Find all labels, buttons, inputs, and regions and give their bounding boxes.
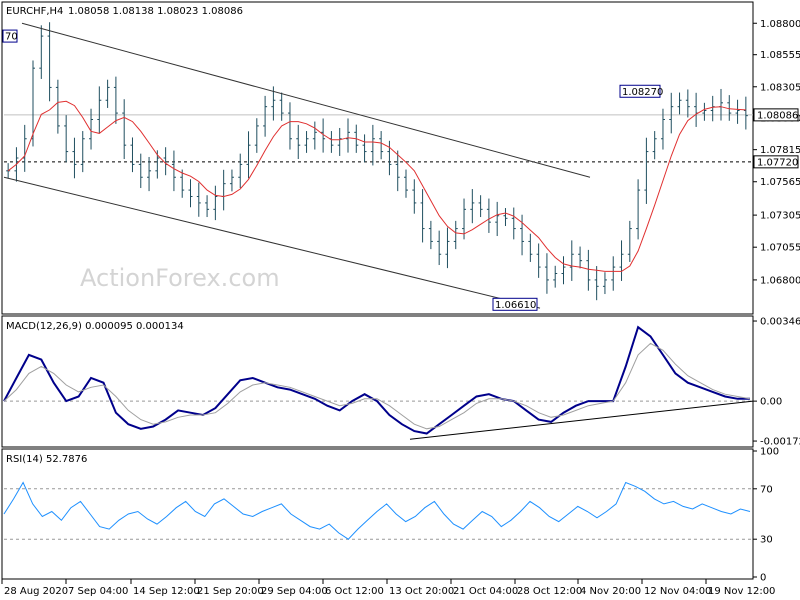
x-tick-label: 6 Oct 12:00 [325,586,384,597]
price-y-tick-label: 1.08555 [760,50,800,61]
x-tick-label: 13 Oct 20:00 [389,586,454,597]
watermark: ActionForex.com [80,264,280,292]
rsi-y-tick-label: 70 [760,484,773,495]
price-y-tick-label: 1.08800 [760,19,800,30]
x-tick-label: 29 Sep 04:00 [261,586,328,597]
rsi-y-tick-label: 100 [760,447,779,458]
price-y-tick-label: 1.07055 [760,243,800,254]
x-tick-label: 7 Sep 04:00 [68,586,128,597]
annotation-label: 1.06610 [495,300,536,311]
x-tick-label: 21 Sep 20:00 [197,586,264,597]
current-price-label: 1.08086 [757,110,798,121]
price-header-symbol: EURCHF,H4 [6,6,63,17]
price-y-tick-label: 1.07305 [760,211,800,222]
annotation-label: 1.08270 [622,87,663,98]
price-y-tick-label: 1.07815 [760,145,800,156]
price-y-tick-label: 1.08305 [760,82,800,93]
rsi-header: RSI(14) 52.7876 [6,454,87,465]
x-tick-label: 19 Nov 12:00 [708,586,775,597]
chart: ActionForex.com EURCHF,H4 1.08058 1.0813… [0,0,800,600]
macd-y-tick-label: 0.003469 [760,317,800,328]
rsi-y-tick-label: 30 [760,535,773,546]
level-label: 1.07720 [757,157,798,168]
x-tick-label: 12 Nov 04:00 [644,586,711,597]
x-tick-label: 28 Aug 2020 [4,586,68,597]
macd-header: MACD(12,26,9) 0.000095 0.000134 [6,321,184,332]
rsi-y-tick-label: 0 [760,573,766,584]
x-tick-label: 4 Nov 20:00 [580,586,641,597]
x-tick-label: 21 Oct 04:00 [453,586,518,597]
annotation-label: 70 [5,32,18,43]
price-header-ohlc: 1.08058 1.08138 1.08023 1.08086 [68,6,243,17]
x-tick-label: 14 Sep 12:00 [133,586,200,597]
price-y-tick-label: 1.06800 [760,275,800,286]
x-tick-label: 28 Oct 12:00 [517,586,582,597]
price-y-tick-label: 1.07565 [760,177,800,188]
macd-y-tick-label: 0.00 [760,397,782,408]
